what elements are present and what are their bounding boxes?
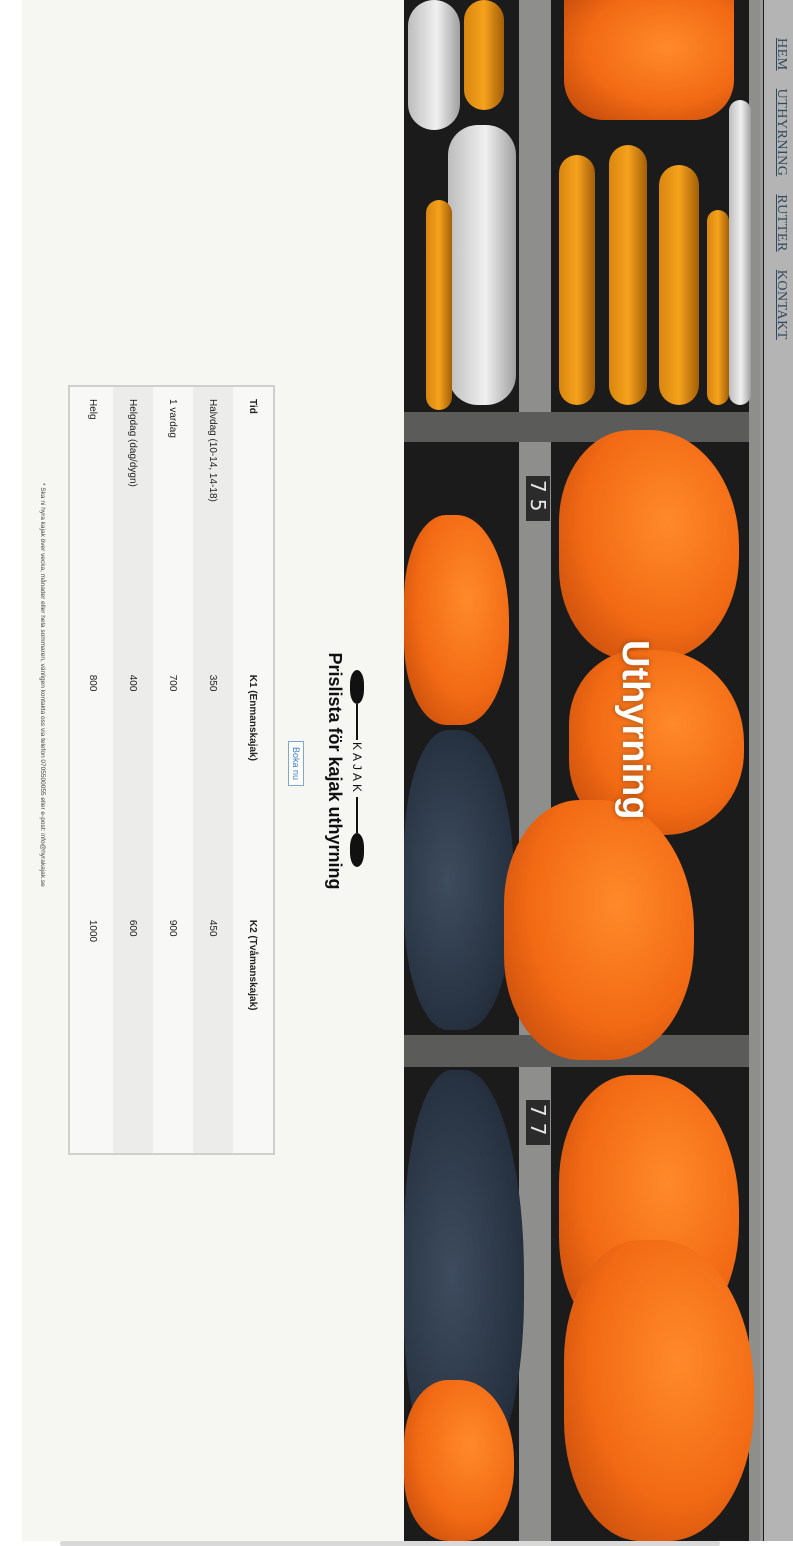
table-cell: 450	[193, 907, 233, 1153]
left-margin	[0, 0, 22, 1546]
kayak-orange	[564, 0, 734, 120]
kayak-yellow	[426, 200, 452, 410]
column-header: Tid	[233, 387, 273, 663]
kayak-orange	[404, 515, 509, 725]
table-row: 1 vardag 700 900	[153, 387, 193, 1153]
hero-image: 75 77	[404, 0, 764, 1541]
kayak-yellow	[609, 145, 647, 405]
kayak-white	[408, 0, 460, 130]
kayak-orange	[504, 800, 694, 1060]
nav-link-rutter[interactable]: RUTTER	[773, 194, 789, 251]
paddle-shaft	[356, 797, 358, 834]
table-cell: 400	[113, 662, 153, 908]
table-row: Helg 800 1000	[73, 387, 113, 1153]
paddle-shaft	[356, 704, 358, 740]
nav-link-uthyrning[interactable]: UTHYRNING	[773, 89, 789, 177]
footnote: * Ska ni hyra kajak över vecka, månader …	[39, 482, 46, 887]
table-cell: 800	[73, 662, 113, 908]
section-header: Prislista för kajak uthyrning	[324, 636, 345, 906]
kayak-yellow	[659, 165, 699, 405]
table-cell: 1 vardag	[153, 387, 193, 663]
column-header: K1 (Enmanskajak)	[233, 662, 273, 908]
table-cell: 1000	[73, 907, 113, 1153]
table-cell: Halvdag (10-14, 14-18)	[193, 387, 233, 663]
kayak-dark	[404, 730, 514, 1030]
kayak-orange	[559, 430, 739, 660]
kayak-yellow	[707, 210, 729, 405]
table-cell: Helgdag (dag/dygn)	[113, 387, 153, 663]
kajak-logo: KAJAK	[350, 670, 364, 868]
kayak-yellow	[559, 155, 595, 405]
kayak-white	[729, 100, 751, 405]
table-cell: 700	[153, 662, 193, 908]
table-row: Helgdag (dag/dygn) 400 600	[113, 387, 153, 1153]
table-header-row: Tid K1 (Enmanskajak) K2 (Tvåmanskajak)	[233, 387, 273, 1153]
hero-title: Uthyrning	[614, 640, 656, 820]
column-header: K2 (Tvåmanskajak)	[233, 907, 273, 1153]
rack-number: 77	[526, 1100, 550, 1146]
rack-number: 75	[526, 476, 550, 522]
book-now-button[interactable]: Boka nu	[288, 741, 304, 787]
page: 75 77 Uthyrning HEM UTHYRNING RUTTER KON…	[0, 0, 793, 1546]
kayak-orange	[564, 1240, 754, 1541]
kayak-orange	[404, 1380, 514, 1541]
section-title: Prislista för kajak uthyrning	[325, 652, 345, 890]
nav-link-kontakt[interactable]: KONTAKT	[773, 270, 789, 340]
scrollbar-track[interactable]	[760, 0, 763, 1541]
table-row: Halvdag (10-14, 14-18) 350 450	[193, 387, 233, 1153]
table-cell: 350	[193, 662, 233, 908]
kayak-yellow	[464, 0, 504, 110]
price-table: Tid K1 (Enmanskajak) K2 (Tvåmanskajak) H…	[73, 387, 273, 1153]
main-nav: HEM UTHYRNING RUTTER KONTAKT	[773, 38, 789, 340]
nav-link-hem[interactable]: HEM	[773, 38, 789, 71]
paddle-blade-icon	[350, 670, 364, 704]
horizontal-scrollbar[interactable]	[60, 1541, 720, 1546]
paddle-blade-icon	[350, 833, 364, 868]
logo-text: KAJAK	[350, 742, 364, 796]
rack-beam	[404, 412, 762, 442]
table-cell: 600	[113, 907, 153, 1153]
price-table-container: Tid K1 (Enmanskajak) K2 (Tvåmanskajak) H…	[68, 385, 275, 1155]
kayak-white	[448, 125, 516, 405]
table-cell: 900	[153, 907, 193, 1153]
table-cell: Helg	[73, 387, 113, 663]
